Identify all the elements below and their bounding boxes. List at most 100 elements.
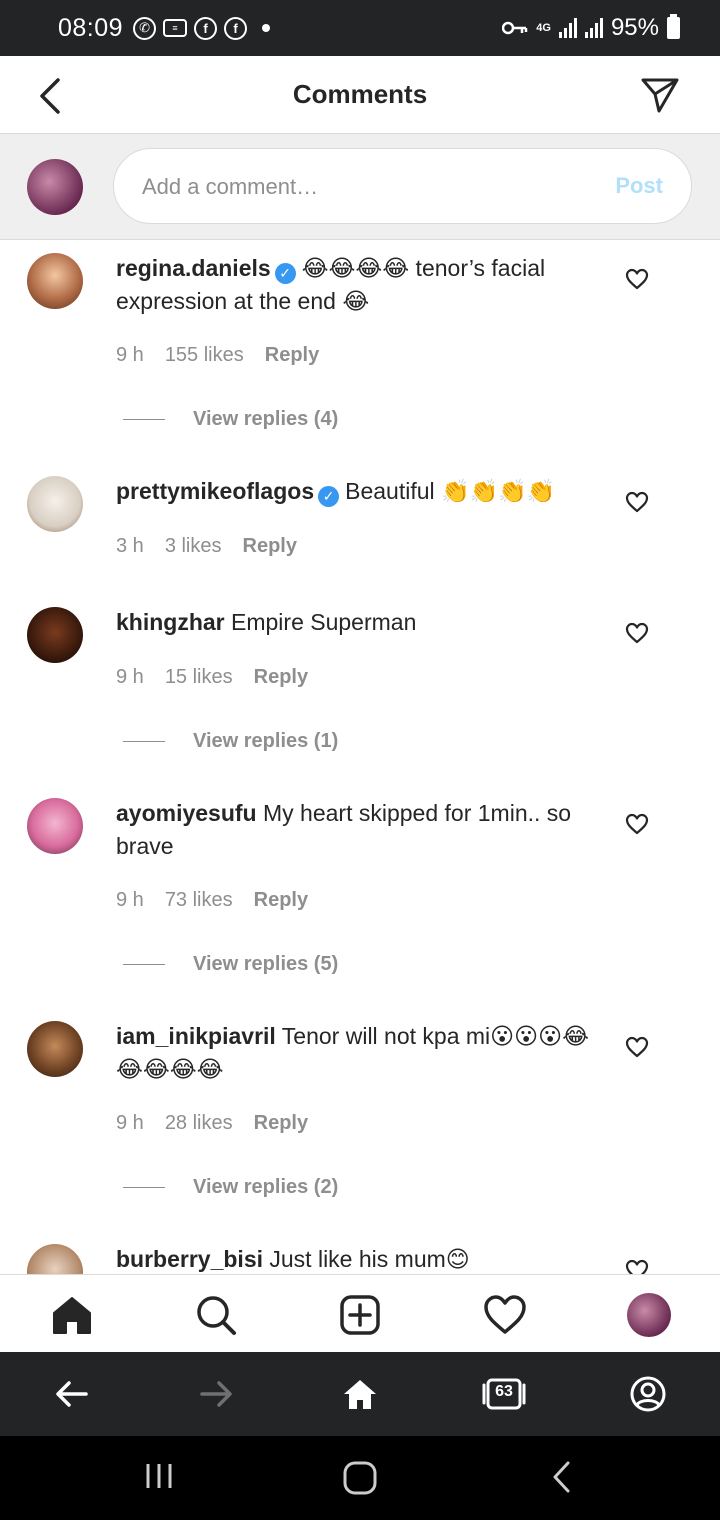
signal-icon — [584, 18, 603, 38]
back-button[interactable] — [34, 76, 70, 116]
view-replies-button[interactable]: View replies (5) — [123, 953, 338, 976]
divider — [123, 419, 165, 420]
comment-username[interactable]: regina.daniels — [116, 255, 271, 281]
comment-composer: Post — [0, 134, 720, 240]
reply-button[interactable]: Reply — [265, 344, 319, 367]
avatar[interactable] — [27, 1244, 83, 1274]
avatar[interactable] — [27, 1021, 83, 1077]
comment-text: burberry_bisi Just like his mum😊 — [116, 1243, 602, 1274]
comment-time: 3 h — [116, 535, 144, 557]
view-replies-button[interactable]: View replies (1) — [123, 730, 338, 753]
status-bar: 08:09 ✆ ≡ f f 4G 95% — [0, 0, 720, 56]
facebook-icon: f — [194, 16, 218, 40]
status-right: 4G 95% — [502, 14, 680, 42]
comment-username[interactable]: khingzhar — [116, 609, 225, 635]
divider — [123, 964, 165, 965]
home-icon[interactable] — [50, 1293, 94, 1337]
arrow-right-icon[interactable] — [196, 1374, 236, 1414]
comment-likes[interactable]: 28 likes — [165, 1112, 233, 1135]
comment-likes[interactable]: 155 likes — [165, 344, 244, 367]
back-nav-icon[interactable] — [548, 1460, 576, 1494]
comment-meta: 9 h 28 likes Reply — [116, 1112, 308, 1135]
bottom-tab-bar — [0, 1274, 720, 1352]
view-replies-label: View replies (1) — [193, 730, 339, 752]
tabs-button[interactable]: 63 — [482, 1374, 526, 1414]
like-heart-icon[interactable] — [625, 1036, 649, 1058]
avatar[interactable] — [27, 798, 83, 854]
avatar[interactable] — [27, 253, 83, 309]
avatar[interactable] — [27, 607, 83, 663]
like-heart-icon[interactable] — [625, 622, 649, 644]
system-nav-bar — [0, 1436, 720, 1520]
home-icon[interactable] — [340, 1374, 380, 1414]
battery-percent: 95% — [610, 14, 659, 41]
paper-plane-icon[interactable] — [640, 76, 680, 114]
view-replies-label: View replies (4) — [193, 408, 339, 430]
comment-field[interactable]: Post — [113, 148, 692, 224]
comment-likes[interactable]: 3 likes — [165, 535, 222, 558]
reply-button[interactable]: Reply — [254, 889, 308, 912]
comment-likes[interactable]: 73 likes — [165, 889, 233, 912]
page-title: Comments — [292, 79, 428, 109]
view-replies-label: View replies (2) — [193, 1176, 339, 1198]
comment-time: 9 h — [116, 666, 144, 688]
like-heart-icon[interactable] — [625, 813, 649, 835]
divider — [123, 1187, 165, 1188]
like-heart-icon[interactable] — [625, 491, 649, 513]
comment-text: prettymikeoflagos ✓ Beautiful 👏👏👏👏 — [116, 475, 602, 508]
account-icon[interactable] — [628, 1374, 668, 1414]
browser-toolbar: 63 — [0, 1352, 720, 1436]
reply-button[interactable]: Reply — [243, 535, 297, 558]
comment-time: 9 h — [116, 344, 144, 366]
tab-count: 63 — [495, 1383, 513, 1400]
verified-badge-icon: ✓ — [318, 486, 340, 507]
view-replies-label: View replies (5) — [193, 953, 339, 975]
comment-text: ayomiyesufu My heart skipped for 1min.. … — [116, 797, 602, 863]
vpn-key-icon — [502, 21, 528, 35]
news-icon: ≡ — [163, 19, 188, 37]
network-type: 4G — [536, 22, 551, 34]
comment-username[interactable]: ayomiyesufu — [116, 800, 257, 826]
battery-icon — [667, 14, 680, 39]
add-post-icon[interactable] — [338, 1293, 382, 1337]
comment-username[interactable]: iam_inikpiavril — [116, 1023, 276, 1049]
arrow-left-icon[interactable] — [52, 1374, 92, 1414]
view-replies-button[interactable]: View replies (2) — [123, 1176, 338, 1199]
search-icon[interactable] — [194, 1293, 238, 1337]
comment-username[interactable]: burberry_bisi — [116, 1246, 263, 1272]
comment-likes[interactable]: 15 likes — [165, 666, 233, 689]
home-button-icon[interactable] — [342, 1460, 378, 1496]
comment-text: khingzhar Empire Superman — [116, 606, 602, 639]
comment-time: 9 h — [116, 889, 144, 911]
comment-body: Just like his mum😊 — [269, 1246, 470, 1272]
avatar[interactable] — [627, 1293, 671, 1337]
comment-body: Empire Superman — [231, 609, 417, 635]
recent-apps-icon[interactable] — [143, 1460, 175, 1492]
comment-input[interactable] — [142, 169, 582, 205]
comment-meta: 9 h 73 likes Reply — [116, 889, 308, 912]
notification-icons: ✆ ≡ f f — [133, 16, 271, 40]
verified-badge-icon: ✓ — [274, 263, 296, 284]
comment-meta: 3 h 3 likes Reply — [116, 535, 297, 558]
post-button[interactable]: Post — [615, 173, 663, 199]
view-replies-button[interactable]: View replies (4) — [123, 408, 338, 431]
comment-time: 9 h — [116, 1112, 144, 1134]
more-notifications-dot — [262, 24, 271, 32]
avatar — [27, 159, 83, 215]
comment-username[interactable]: prettymikeoflagos — [116, 478, 314, 504]
heart-icon[interactable] — [483, 1293, 527, 1337]
reply-button[interactable]: Reply — [254, 666, 308, 689]
comment-text: iam_inikpiavril Tenor will not kpa mi😮😮😮… — [116, 1020, 602, 1086]
like-heart-icon[interactable] — [625, 268, 649, 290]
comment-meta: 9 h 15 likes Reply — [116, 666, 308, 689]
divider — [123, 741, 165, 742]
comment-text: regina.daniels ✓ 😂😂😂😂 tenor’s facial expre… — [116, 252, 602, 318]
whatsapp-icon: ✆ — [133, 16, 157, 40]
comment-list[interactable]: regina.daniels ✓ 😂😂😂😂 tenor’s facial expre… — [0, 240, 720, 1274]
comment-body: Beautiful 👏👏👏👏 — [345, 478, 556, 504]
reply-button[interactable]: Reply — [254, 1112, 308, 1135]
comments-header: Comments — [0, 56, 720, 134]
avatar[interactable] — [27, 476, 83, 532]
like-heart-icon[interactable] — [625, 1259, 649, 1274]
signal-icon — [558, 18, 577, 38]
